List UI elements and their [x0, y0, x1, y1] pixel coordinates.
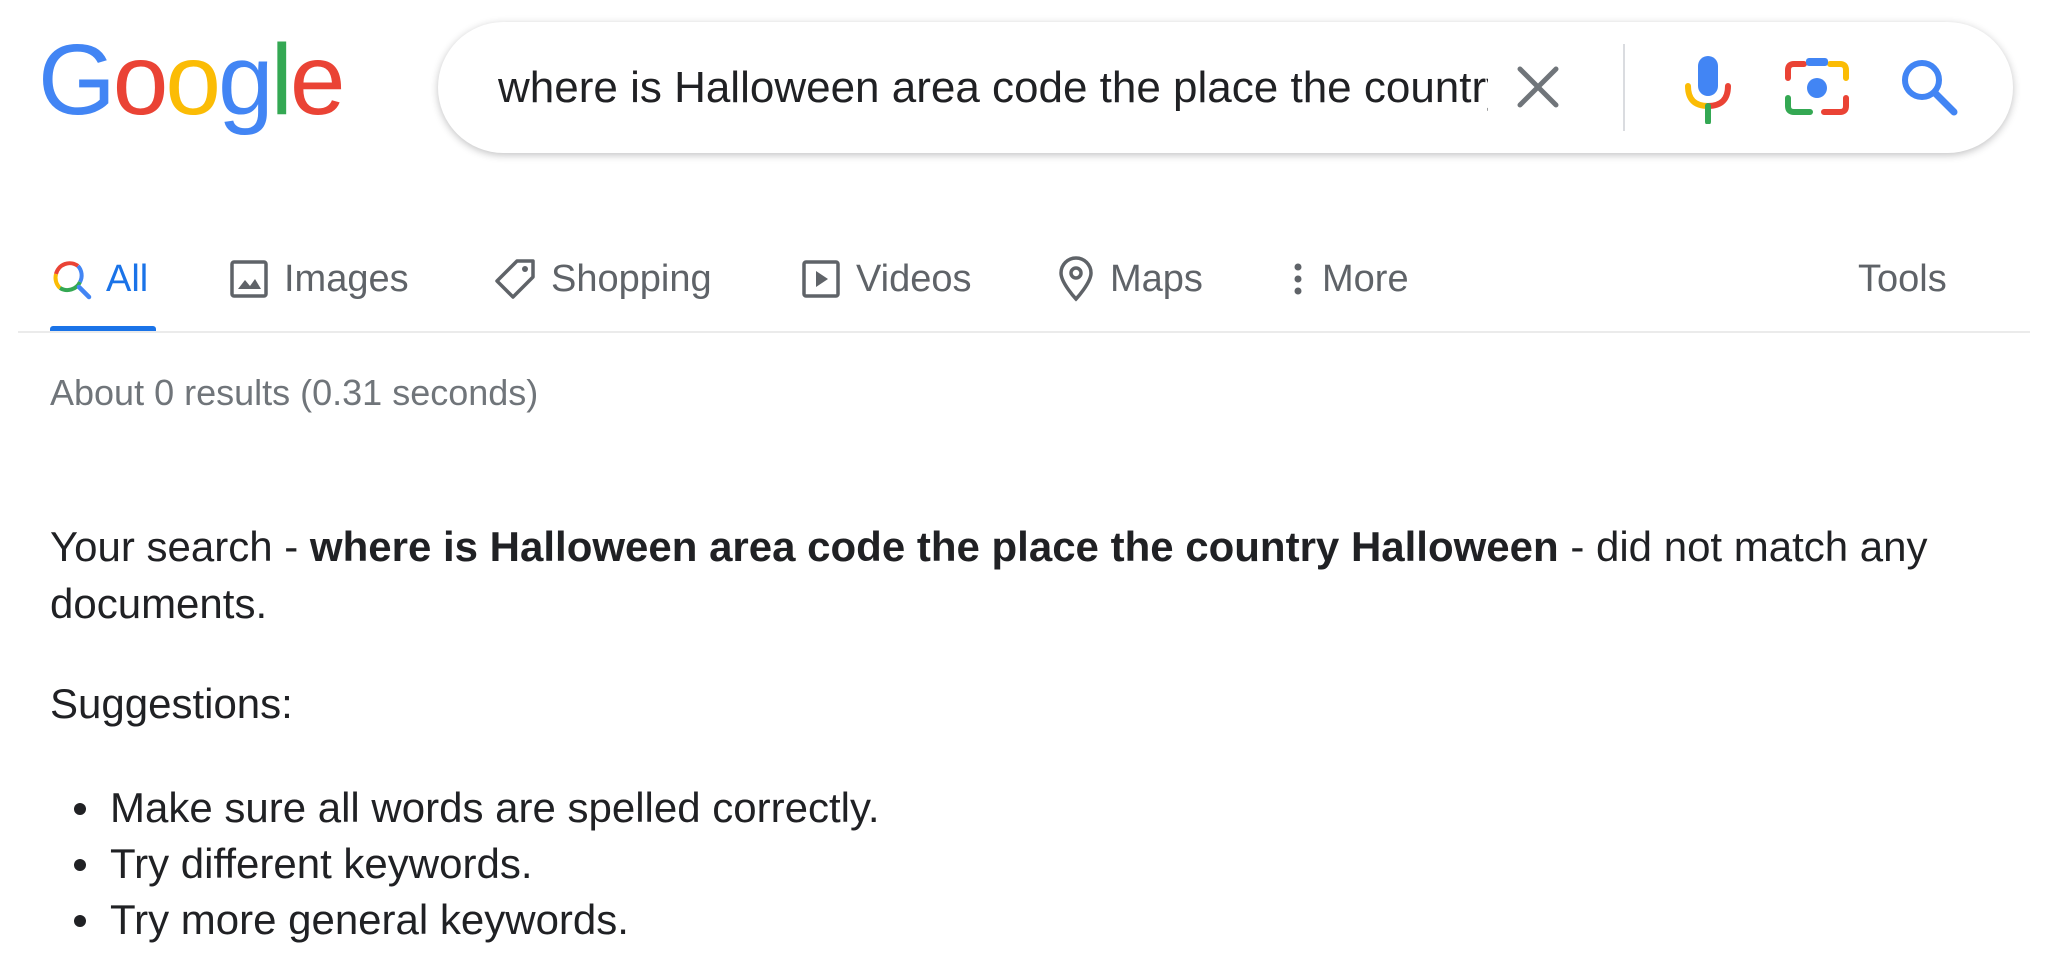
tools-label: Tools: [1858, 257, 1947, 300]
no-results-message: Your search - where is Halloween area co…: [50, 518, 1930, 632]
logo-letter: l: [270, 24, 293, 136]
list-item: Try different keywords.: [50, 836, 880, 892]
tab-label: Videos: [856, 257, 972, 300]
list-item: Make sure all words are spelled correctl…: [50, 780, 880, 836]
google-logo[interactable]: Google: [38, 24, 346, 136]
search-by-image-button[interactable]: [1784, 56, 1850, 118]
search-icon: [1902, 60, 1958, 116]
logo-letter: o: [165, 24, 221, 136]
close-icon: [1517, 66, 1559, 108]
tools-button[interactable]: Tools: [1858, 225, 1947, 333]
microphone-icon: [1685, 56, 1731, 125]
more-vert-icon: [1288, 258, 1308, 300]
tab-all[interactable]: All: [50, 225, 148, 333]
message-query: where is Halloween area code the place t…: [309, 523, 1559, 570]
suggestions-list: Make sure all words are spelled correctl…: [50, 780, 880, 948]
tab-label: All: [106, 257, 149, 300]
logo-letter: G: [38, 24, 116, 136]
camera-lens-icon: [1785, 58, 1849, 115]
search-icon: [50, 258, 92, 300]
tab-label: Maps: [1110, 257, 1203, 300]
search-box: where is Halloween area code the place t…: [438, 22, 2013, 153]
tab-videos[interactable]: Videos: [800, 225, 972, 333]
search-box-divider: [1623, 44, 1625, 131]
search-submit-button[interactable]: [1898, 56, 1960, 118]
message-prefix: Your search -: [50, 523, 310, 570]
list-item: Try more general keywords.: [50, 892, 880, 948]
tab-more[interactable]: More: [1288, 225, 1409, 333]
tab-label: Shopping: [551, 257, 712, 300]
tab-shopping[interactable]: Shopping: [493, 225, 712, 333]
tab-label: More: [1322, 257, 1409, 300]
search-tabs: All Images Shopping Videos Maps More Too…: [0, 225, 2030, 333]
play-icon: [800, 258, 842, 300]
tab-label: Images: [284, 257, 409, 300]
map-pin-icon: [1056, 256, 1096, 302]
tag-icon: [493, 257, 537, 301]
tab-maps[interactable]: Maps: [1056, 225, 1203, 333]
result-stats: About 0 results (0.31 seconds): [50, 372, 539, 413]
image-icon: [228, 258, 270, 300]
clear-search-button[interactable]: [1510, 59, 1566, 115]
search-results-page: Google where is Halloween area code the …: [0, 0, 2048, 964]
voice-search-button[interactable]: [1678, 54, 1738, 125]
logo-letter: e: [289, 24, 346, 136]
search-input[interactable]: where is Halloween area code the place t…: [498, 22, 1488, 153]
logo-letter: g: [218, 24, 274, 136]
tabs-divider: [18, 331, 2030, 333]
tab-images[interactable]: Images: [228, 225, 409, 333]
suggestions-heading: Suggestions:: [50, 680, 293, 727]
logo-letter: o: [112, 24, 169, 136]
